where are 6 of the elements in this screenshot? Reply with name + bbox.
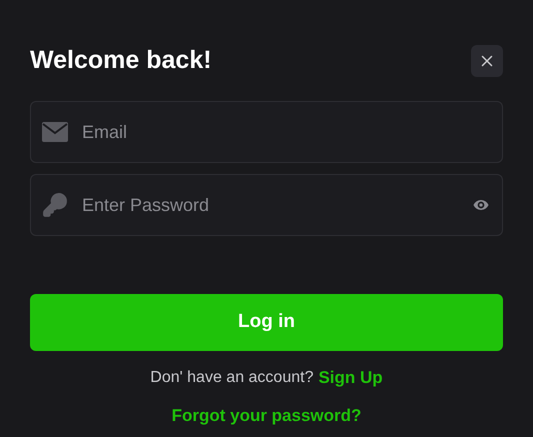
email-field[interactable]: Email [30, 101, 503, 163]
signup-link[interactable]: Sign Up [318, 365, 383, 390]
forgot-password-link[interactable]: Forgot your password? [172, 402, 362, 428]
signup-prompt: Don' have an account? [150, 368, 314, 388]
dialog-title: Welcome back! [30, 45, 212, 76]
password-field[interactable]: Enter Password [30, 174, 503, 236]
